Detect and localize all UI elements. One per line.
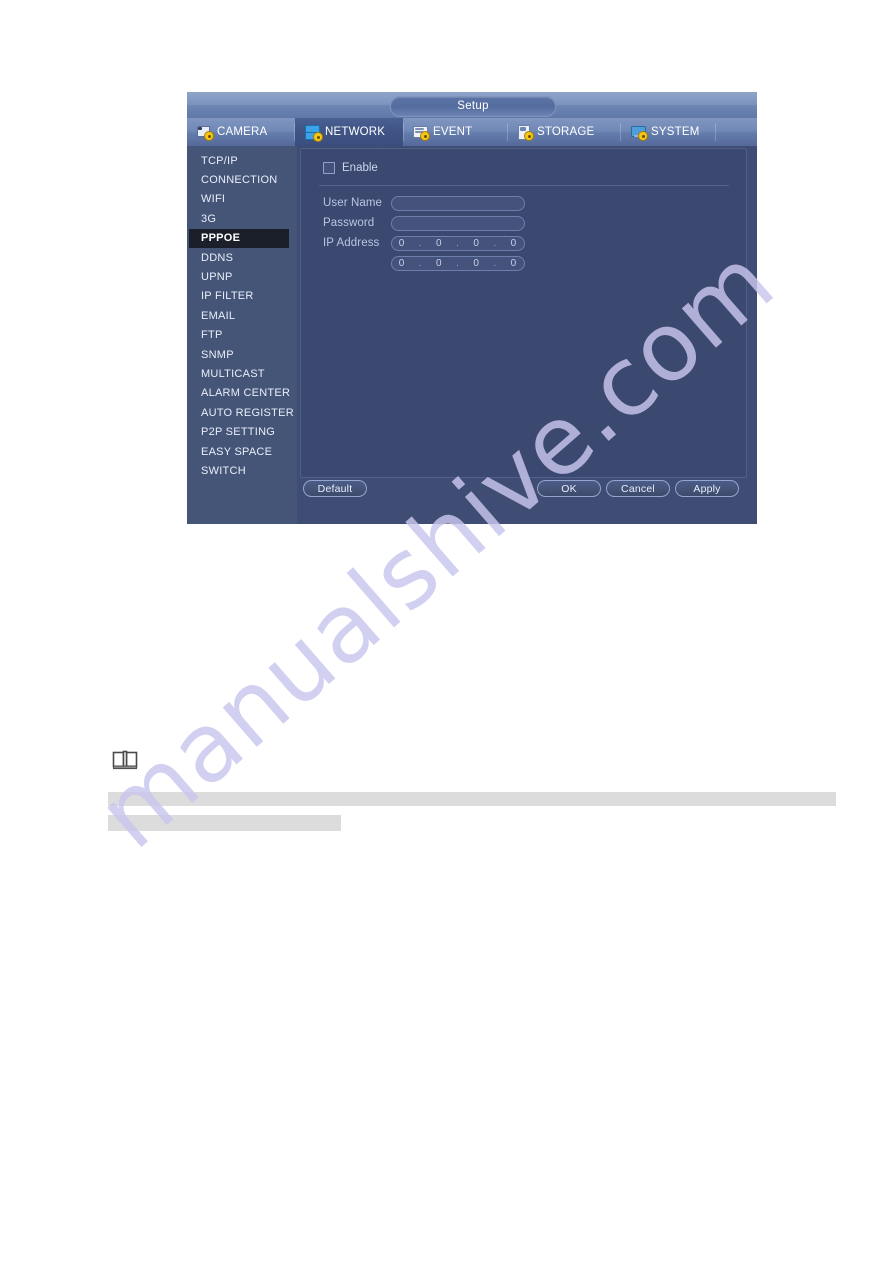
sidebar-item-label: CONNECTION <box>201 174 278 187</box>
ip1-sep-1: . <box>418 237 423 249</box>
sidebar-item-alarm-center[interactable]: ALARM CENTER <box>187 384 297 403</box>
tab-event-label: EVENT <box>433 126 473 138</box>
sidebar-item-snmp[interactable]: SNMP <box>187 345 297 364</box>
open-book-icon-svg <box>112 750 138 770</box>
sidebar-item-connection[interactable]: CONNECTION <box>187 170 297 189</box>
sidebar-item-label: SWITCH <box>201 464 246 477</box>
sidebar-item-upnp[interactable]: UPNP <box>187 267 297 286</box>
sidebar-item-tcpip[interactable]: TCP/IP <box>187 151 297 170</box>
sidebar-item-3g[interactable]: 3G <box>187 209 297 228</box>
pppoe-form-panel: Enable User Name Password IP Address 0 .… <box>300 148 747 478</box>
camera-gear-icon <box>197 125 213 140</box>
ip-address-row-1: IP Address 0 . 0 . 0 . 0 <box>323 235 525 251</box>
sidebar-item-label: IP FILTER <box>201 290 254 303</box>
apply-button[interactable]: Apply <box>675 480 739 497</box>
sidebar-item-label: MULTICAST <box>201 367 265 380</box>
sidebar-item-label: WIFI <box>201 193 226 206</box>
sidebar-item-label: AUTO REGISTER <box>201 406 294 419</box>
tab-divider <box>507 123 508 141</box>
section-divider <box>319 185 729 186</box>
sidebar-item-label: EASY SPACE <box>201 445 273 458</box>
ip-address-row-2: 0 . 0 . 0 . 0 <box>323 255 525 271</box>
ip2-sep-1: . <box>418 257 423 269</box>
ip-address-label: IP Address <box>323 237 380 249</box>
sidebar-item-label: DDNS <box>201 251 234 264</box>
redacted-text-line-2 <box>108 815 341 831</box>
sidebar-item-label: UPNP <box>201 271 233 284</box>
tab-camera-label: CAMERA <box>217 126 268 138</box>
sidebar-item-multicast[interactable]: MULTICAST <box>187 364 297 383</box>
tab-storage-label: STORAGE <box>537 126 595 138</box>
ip1-sep-2: . <box>456 237 460 249</box>
enable-row[interactable]: Enable <box>323 162 378 174</box>
pppoe-content-panel: Enable User Name Password IP Address 0 .… <box>297 146 757 524</box>
sidebar-item-label: PPPOE <box>201 232 241 245</box>
ip2-sep-2: . <box>456 257 460 269</box>
ip-address-input-2[interactable]: 0 . 0 . 0 . 0 <box>391 255 525 271</box>
ip2-octet-4[interactable]: 0 <box>511 258 518 269</box>
sidebar-item-easy-space[interactable]: EASY SPACE <box>187 442 297 461</box>
ip2-octet-3[interactable]: 0 <box>473 258 480 269</box>
user-name-input[interactable] <box>391 195 525 211</box>
sidebar-item-ddns[interactable]: DDNS <box>187 248 297 267</box>
ip1-octet-4[interactable]: 0 <box>511 238 518 249</box>
sidebar-item-ftp[interactable]: FTP <box>187 326 297 345</box>
ip-address-input-1[interactable]: 0 . 0 . 0 . 0 <box>391 235 525 251</box>
network-sidebar: TCP/IP CONNECTION WIFI 3G PPPOE DDNS UPN… <box>187 146 297 524</box>
system-gear-icon <box>631 125 647 140</box>
sidebar-item-label: FTP <box>201 329 223 342</box>
storage-gear-icon <box>517 125 533 140</box>
tab-divider <box>715 123 716 141</box>
sidebar-item-label: P2P SETTING <box>201 426 276 439</box>
ip1-octet-1[interactable]: 0 <box>399 238 406 249</box>
redacted-text-line-1 <box>108 792 836 806</box>
tab-camera[interactable]: CAMERA <box>187 118 295 146</box>
ip1-octet-2[interactable]: 0 <box>436 238 443 249</box>
main-tab-bar: CAMERA NETWORK EVENT STORAGE SYSTEM <box>187 118 757 146</box>
sidebar-item-pppoe[interactable]: PPPOE <box>189 228 289 248</box>
dialog-button-bar: Default OK Cancel Apply <box>297 480 757 504</box>
sidebar-item-label: 3G <box>201 212 217 225</box>
sidebar-item-label: SNMP <box>201 348 234 361</box>
sidebar-item-label: TCP/IP <box>201 154 238 167</box>
tab-network[interactable]: NETWORK <box>295 118 403 146</box>
open-book-icon <box>112 750 138 771</box>
password-input[interactable] <box>391 215 525 231</box>
cancel-button[interactable]: Cancel <box>606 480 670 497</box>
setup-dialog: Setup CAMERA NETWORK EVENT STORAGE SYSTE… <box>187 92 757 524</box>
password-row: Password <box>323 215 525 231</box>
dialog-title-bar: Setup <box>187 92 757 118</box>
event-gear-icon <box>413 125 429 140</box>
default-button[interactable]: Default <box>303 480 367 497</box>
enable-label: Enable <box>342 162 378 174</box>
sidebar-item-wifi[interactable]: WIFI <box>187 190 297 209</box>
tab-divider <box>403 123 404 141</box>
password-label: Password <box>323 217 375 229</box>
tab-divider <box>620 123 621 141</box>
page-title: Setup <box>390 96 556 117</box>
sidebar-item-email[interactable]: EMAIL <box>187 306 297 325</box>
sidebar-item-label: ALARM CENTER <box>201 387 291 400</box>
network-gear-icon <box>305 125 322 141</box>
sidebar-item-label: EMAIL <box>201 309 236 322</box>
ip1-octet-3[interactable]: 0 <box>473 238 480 249</box>
user-name-label: User Name <box>323 197 383 209</box>
tab-divider <box>294 123 295 141</box>
ip2-octet-2[interactable]: 0 <box>436 258 443 269</box>
sidebar-item-ip-filter[interactable]: IP FILTER <box>187 287 297 306</box>
user-name-row: User Name <box>323 195 525 211</box>
ok-button[interactable]: OK <box>537 480 601 497</box>
sidebar-item-switch[interactable]: SWITCH <box>187 461 297 480</box>
sidebar-item-auto-register[interactable]: AUTO REGISTER <box>187 403 297 422</box>
tab-storage[interactable]: STORAGE <box>507 118 621 146</box>
sidebar-item-p2p-setting[interactable]: P2P SETTING <box>187 422 297 441</box>
ip1-sep-3: . <box>493 237 498 249</box>
enable-checkbox[interactable] <box>323 162 335 174</box>
ip2-octet-1[interactable]: 0 <box>399 258 406 269</box>
tab-network-label: NETWORK <box>325 126 386 138</box>
tab-event[interactable]: EVENT <box>403 118 507 146</box>
tab-system-label: SYSTEM <box>651 126 700 138</box>
ip2-sep-3: . <box>493 257 498 269</box>
